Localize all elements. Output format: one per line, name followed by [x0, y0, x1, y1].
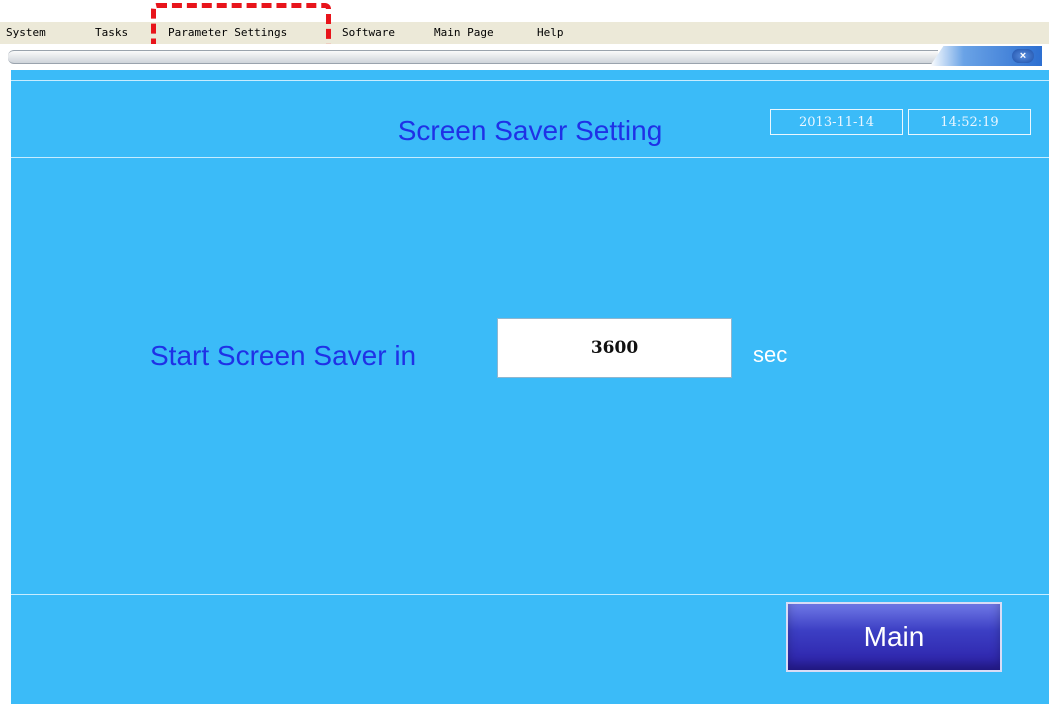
settings-area: Start Screen Saver in 3600 sec	[11, 158, 1049, 594]
window-title-strip: ×	[0, 44, 1049, 70]
panel-footer: Main	[11, 594, 1049, 705]
menu-software[interactable]: Software	[342, 26, 395, 39]
close-icon[interactable]: ×	[1012, 49, 1034, 63]
time-display: 14:52:19	[908, 109, 1031, 135]
screen-saver-label: Start Screen Saver in	[150, 340, 417, 371]
panel-header: Screen Saver Setting 2013-11-14 14:52:19	[11, 80, 1049, 158]
main-button[interactable]: Main	[786, 602, 1002, 672]
menu-help[interactable]: Help	[537, 26, 564, 39]
screen-saver-time-input[interactable]: 3600	[497, 318, 732, 378]
menu-system[interactable]: System	[6, 26, 46, 39]
unit-label: sec	[753, 342, 788, 367]
menu-tasks[interactable]: Tasks	[95, 26, 128, 39]
menu-main-page[interactable]: Main Page	[434, 26, 494, 39]
date-display: 2013-11-14	[770, 109, 903, 135]
title-bar-track	[8, 50, 938, 64]
screen-saver-panel: Screen Saver Setting 2013-11-14 14:52:19…	[11, 70, 1049, 704]
